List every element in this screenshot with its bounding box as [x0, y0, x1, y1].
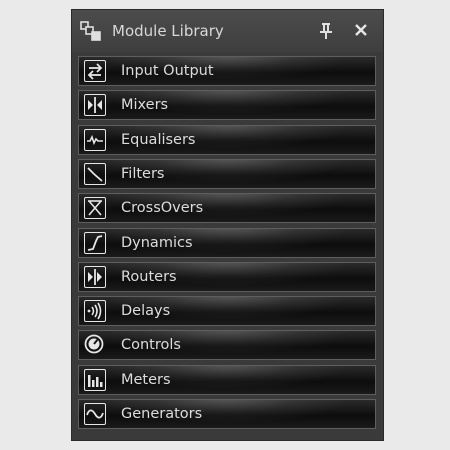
mixers-icon [84, 94, 106, 117]
controls-icon [84, 334, 106, 356]
module-item-equalisers[interactable]: Equalisers [78, 124, 376, 155]
module-item-label: Filters [121, 165, 165, 182]
module-item-controls[interactable]: Controls [78, 330, 376, 361]
close-icon[interactable] [354, 23, 368, 37]
module-item-crossovers[interactable]: CrossOvers [78, 193, 376, 224]
input-output-icon [84, 60, 106, 82]
filters-icon [84, 162, 106, 185]
panel-title: Module Library [112, 22, 224, 40]
crossovers-icon [84, 197, 106, 220]
module-item-input-output[interactable]: Input Output [78, 56, 376, 86]
routers-icon [84, 265, 106, 288]
module-library-panel: Module Library Input Output Mixers Equal… [72, 10, 383, 440]
module-item-label: Delays [121, 303, 171, 320]
module-item-mixers[interactable]: Mixers [78, 90, 376, 121]
meters-icon [84, 368, 106, 391]
module-item-label: Mixers [121, 97, 169, 114]
module-item-label: Generators [121, 406, 203, 422]
module-item-dynamics[interactable]: Dynamics [78, 227, 376, 258]
module-item-routers[interactable]: Routers [78, 261, 376, 292]
delays-icon [84, 300, 106, 323]
module-item-label: Meters [121, 371, 171, 388]
module-item-label: Equalisers [121, 131, 196, 148]
module-item-label: CrossOvers [121, 200, 204, 217]
module-item-meters[interactable]: Meters [78, 364, 376, 395]
module-item-filters[interactable]: Filters [78, 158, 376, 189]
generators-icon [84, 403, 106, 425]
pin-icon[interactable] [319, 22, 333, 40]
equalisers-icon [84, 128, 106, 151]
module-item-generators[interactable]: Generators [78, 399, 376, 429]
module-item-label: Controls [121, 337, 181, 354]
module-item-label: Routers [121, 268, 177, 285]
module-item-delays[interactable]: Delays [78, 296, 376, 327]
modules-icon [80, 21, 101, 41]
dynamics-icon [84, 231, 106, 254]
panel-titlebar[interactable]: Module Library [72, 10, 383, 52]
module-item-label: Dynamics [121, 234, 193, 251]
module-item-label: Input Output [121, 63, 214, 79]
